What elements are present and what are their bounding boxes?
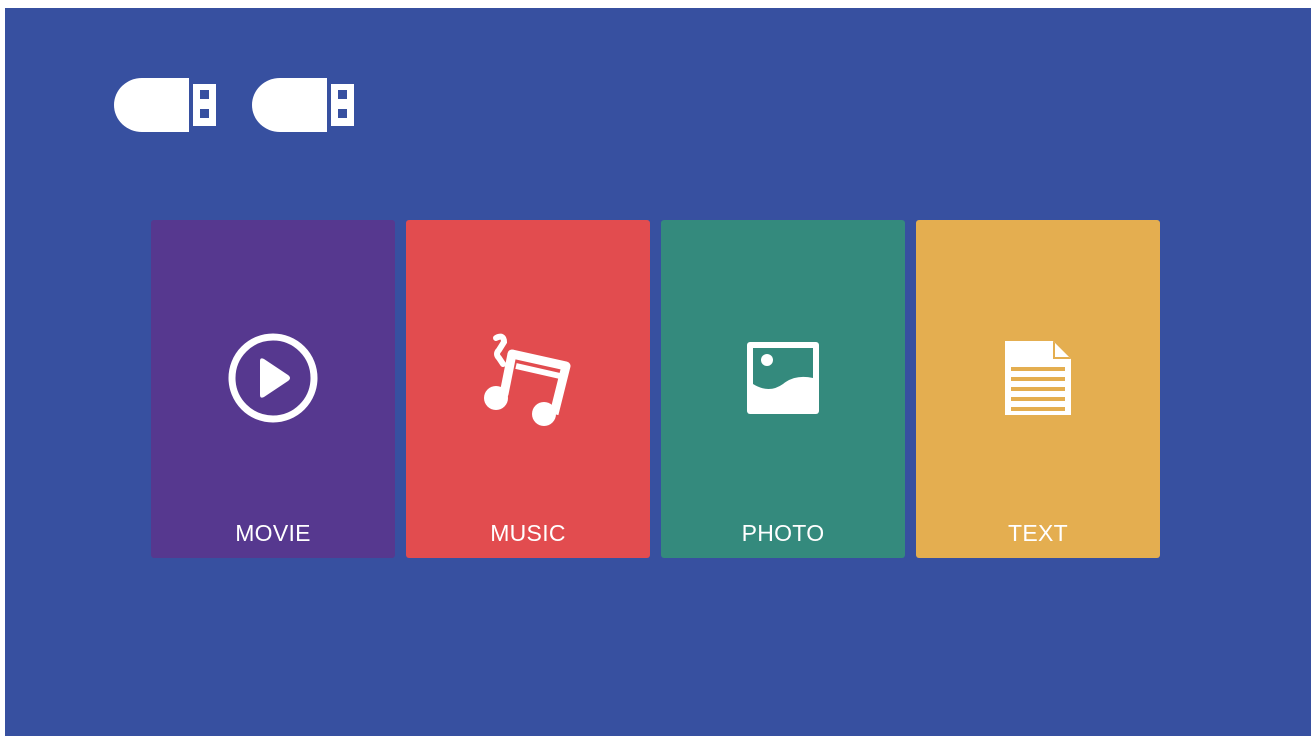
music-tile[interactable]: MUSIC [406,220,650,558]
play-circle-icon [226,331,320,425]
music-note-icon [482,330,574,426]
text-tile[interactable]: TEXT [916,220,1160,558]
text-label: TEXT [1008,520,1068,546]
movie-label: MOVIE [235,520,311,546]
photo-label: PHOTO [741,520,825,546]
usb-drive-icon [114,78,216,132]
photo-tile[interactable]: PHOTO [661,220,905,558]
media-home-screen: MOVIE MUSIC PHOTO TEXT [5,8,1311,736]
usb-drive-icon [252,78,354,132]
movie-tile[interactable]: MOVIE [151,220,395,558]
usb-drive-1[interactable] [112,76,216,134]
usb-drive-2[interactable] [250,76,354,134]
photo-icon [745,340,821,416]
document-icon [1003,339,1073,417]
music-label: MUSIC [490,520,566,546]
